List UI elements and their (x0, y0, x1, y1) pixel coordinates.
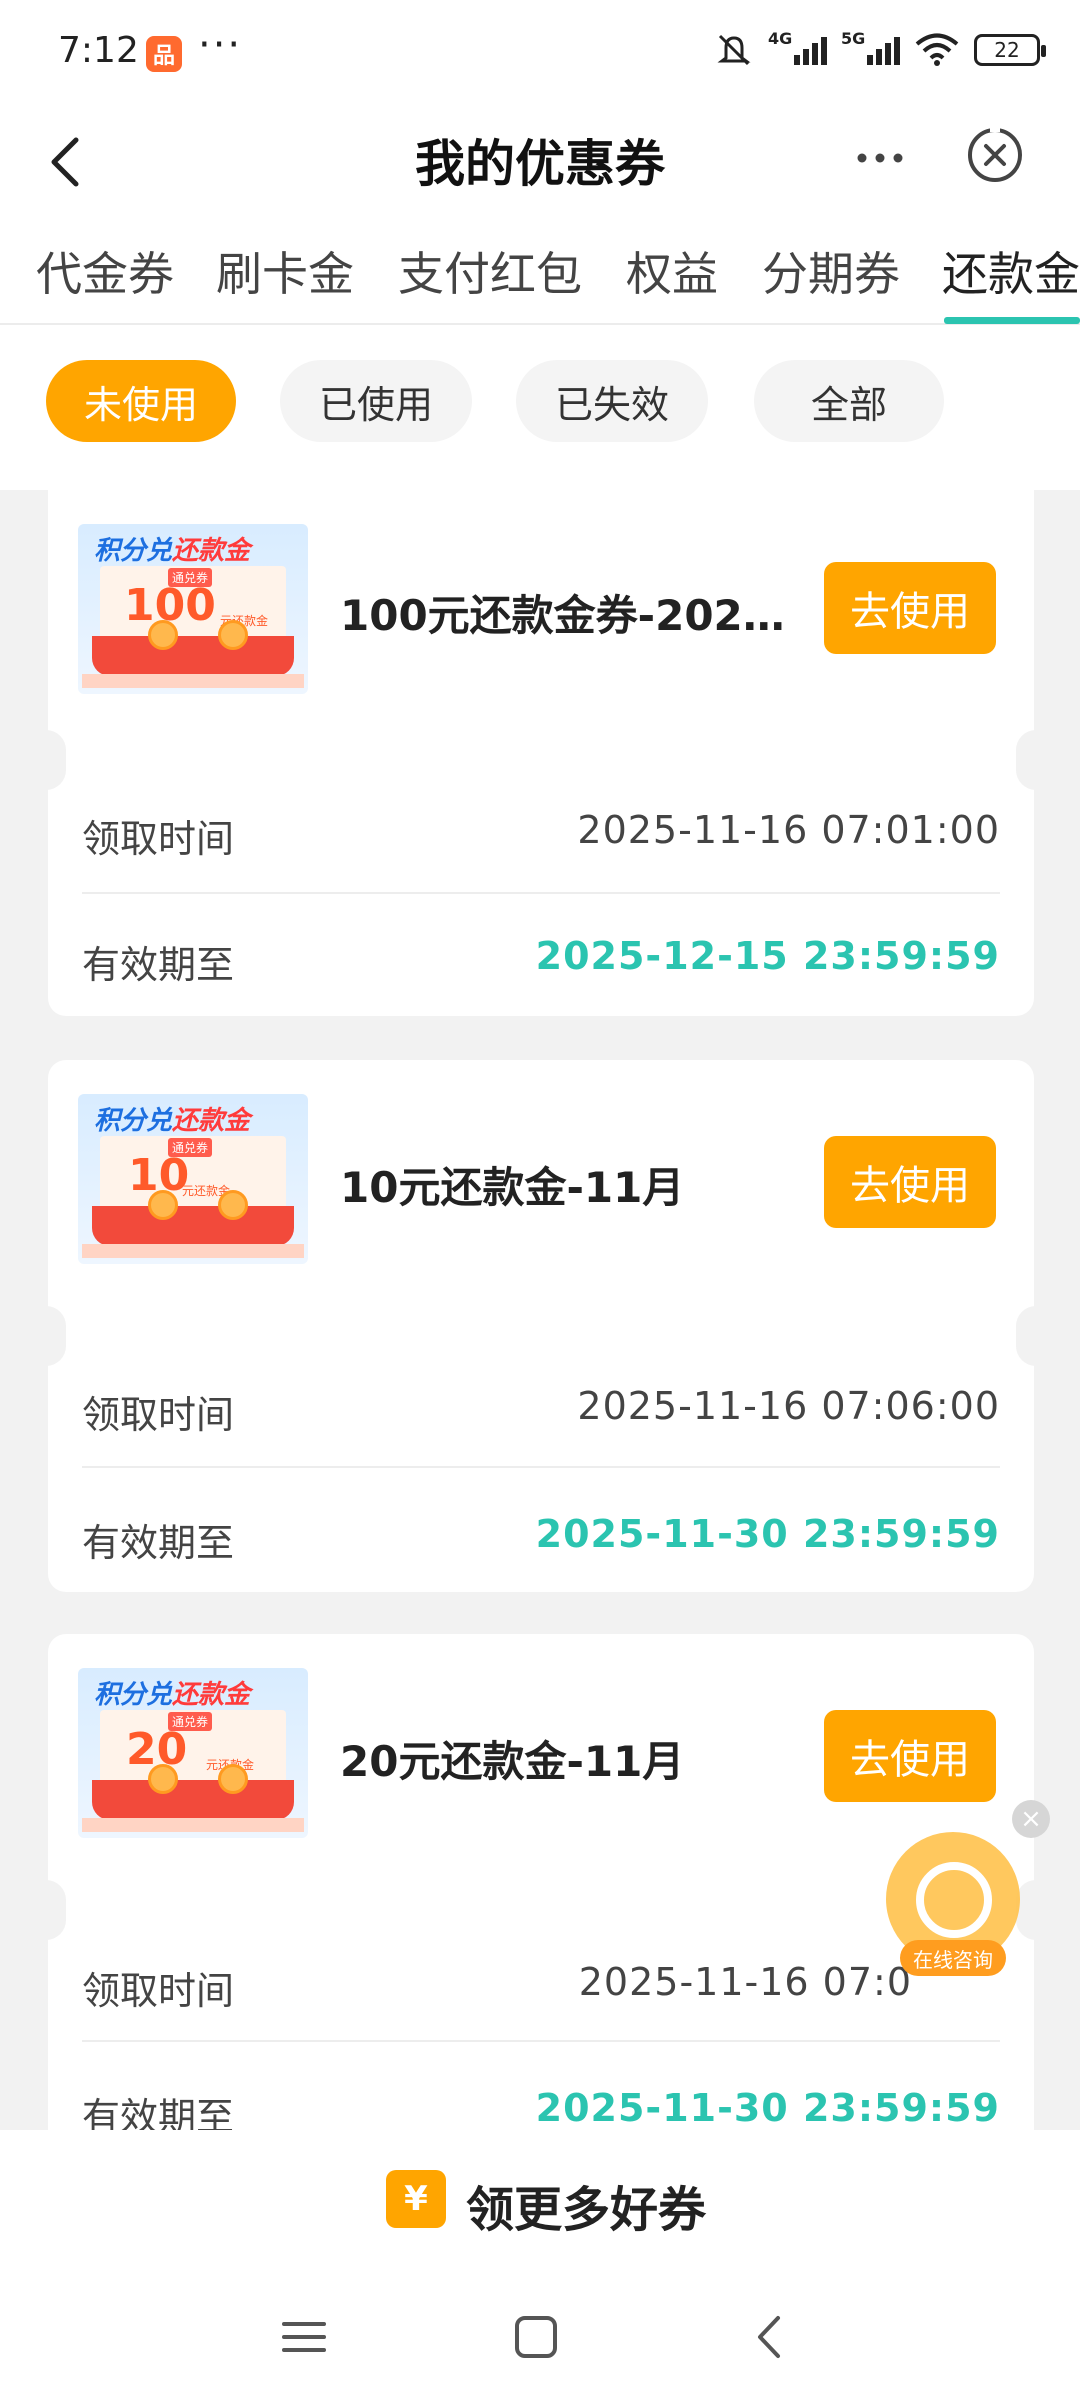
mute-icon (717, 34, 751, 66)
system-nav-bar (0, 2270, 1080, 2400)
home-icon[interactable] (508, 2312, 564, 2362)
get-more-coupons-bar[interactable]: ¥ 领更多好券 (0, 2130, 1080, 2270)
receive-time-value: 2025-11-16 07:0 (578, 1960, 912, 2004)
page-title: 我的优惠券 (415, 135, 665, 193)
tab-card-gold[interactable]: 刷卡金 (216, 238, 354, 304)
tab-benefits[interactable]: 权益 (626, 238, 718, 304)
use-coupon-button[interactable]: 去使用 (824, 1710, 996, 1802)
coupon-name: 10元还款金-11月 (340, 1163, 685, 1212)
battery-icon: 22 (974, 34, 1046, 66)
status-icons: 4G 5G 22 (714, 29, 1046, 68)
filter-all[interactable]: 全部 (754, 360, 944, 442)
active-tab-indicator (944, 317, 1080, 324)
tab-repayment[interactable]: 还款金 (942, 238, 1080, 304)
coin-icon (148, 1764, 178, 1794)
status-time: 7:12 (58, 30, 139, 71)
receive-time-label: 领取时间 (82, 1969, 235, 2013)
filter-used[interactable]: 已使用 (280, 360, 472, 442)
receive-time-row: 领取时间 2025-11-16 07:06:00 (82, 1366, 1000, 1446)
receive-time-value: 2025-11-16 07:06:00 (577, 1384, 1000, 1428)
use-coupon-button[interactable]: 去使用 (824, 562, 996, 654)
coupon-image: 积分兑还款金 通兑券 100 元还款金 (78, 524, 308, 694)
app-notification-icon: 品 (146, 36, 182, 72)
coin-icon (148, 1190, 178, 1220)
tab-payment-redpacket[interactable]: 支付红包 (398, 238, 582, 304)
coin-icon (148, 620, 178, 650)
row-divider (82, 892, 1000, 894)
more-options-icon[interactable] (850, 128, 910, 188)
receive-time-row: 领取时间 2025-11-16 07:0 (82, 1942, 1000, 2022)
wifi-icon (915, 33, 959, 66)
valid-until-row: 有效期至 2025-11-30 23:59:59 (82, 1494, 1000, 1574)
valid-until-value: 2025-12-15 23:59:59 (535, 934, 1000, 978)
online-consult-button[interactable]: 在线咨询 (880, 1832, 1026, 1982)
receive-time-label: 领取时间 (82, 817, 235, 861)
use-coupon-button[interactable]: 去使用 (824, 1136, 996, 1228)
card-notch (1016, 730, 1034, 790)
filter-unused[interactable]: 未使用 (46, 360, 236, 442)
thumb-base (82, 674, 304, 688)
coin-icon (218, 1764, 248, 1794)
coupon-name: 100元还款金券-2025... (340, 591, 800, 640)
coupon-type-tabs: 代金券 刷卡金 支付红包 权益 分期券 还款金 (0, 230, 1080, 325)
row-divider (82, 2040, 1000, 2042)
coupon-image: 积分兑还款金 通兑券 10 元还款金 (78, 1094, 308, 1264)
thumb-band (92, 1780, 294, 1820)
coupon-card: 积分兑还款金 通兑券 10 元还款金 10元还款金-11月 去使用 领取时间 2… (48, 1060, 1034, 1592)
valid-until-label: 有效期至 (82, 943, 235, 987)
yuan-coupon-icon: ¥ (386, 2170, 446, 2228)
thumb-brand: 积分兑还款金 (94, 1106, 251, 1136)
close-miniapp-icon[interactable] (964, 124, 1026, 186)
card-notch (1016, 1306, 1034, 1366)
tab-voucher[interactable]: 代金券 (36, 238, 174, 304)
nav-bar: 我的优惠券 (0, 110, 1080, 230)
thumb-band (92, 1206, 294, 1246)
system-back-icon[interactable] (744, 2312, 800, 2362)
valid-until-value: 2025-11-30 23:59:59 (535, 1512, 1000, 1556)
valid-until-row: 有效期至 2025-12-15 23:59:59 (82, 916, 1000, 996)
coupon-name: 20元还款金-11月 (340, 1737, 685, 1786)
coupon-card: 积分兑还款金 通兑券 100 元还款金 100元还款金券-2025... 去使用… (48, 490, 1034, 1016)
card-notch (48, 1306, 66, 1366)
filter-expired[interactable]: 已失效 (516, 360, 708, 442)
signal-5g-icon: 5G (841, 29, 900, 65)
thumb-base (82, 1818, 304, 1832)
coin-icon (218, 1190, 248, 1220)
thumb-base (82, 1244, 304, 1258)
card-notch (48, 730, 66, 790)
coin-icon (218, 620, 248, 650)
status-bar: 7:12 品 ··· 4G 5G 22 (0, 0, 1080, 110)
thumb-brand: 积分兑还款金 (94, 536, 251, 566)
receive-time-label: 领取时间 (82, 1393, 235, 1437)
headset-agent-icon (916, 1862, 992, 1938)
valid-until-label: 有效期至 (82, 1521, 235, 1565)
row-divider (82, 1466, 1000, 1468)
receive-time-row: 领取时间 2025-11-16 07:01:00 (82, 790, 1000, 870)
tab-installment[interactable]: 分期券 (762, 238, 900, 304)
get-more-coupons-label: 领更多好券 (466, 2182, 707, 2238)
more-notifications-icon: ··· (198, 22, 243, 68)
status-filters: 未使用 已使用 已失效 全部 (0, 360, 1080, 450)
network-5g-label: 5G (841, 29, 866, 48)
consult-label: 在线咨询 (900, 1940, 1006, 1976)
screen: 7:12 品 ··· 4G 5G 22 我的优惠券 代金券 刷卡金 支付红包 权… (0, 0, 1080, 2400)
coupon-image: 积分兑还款金 通兑券 20 元还款金 (78, 1668, 308, 1838)
thumb-brand: 积分兑还款金 (94, 1680, 251, 1710)
menu-icon[interactable] (276, 2312, 332, 2362)
battery-level: 22 (994, 38, 1020, 62)
receive-time-value: 2025-11-16 07:01:00 (577, 808, 1000, 852)
signal-4g-icon: 4G (768, 29, 827, 65)
network-4g-label: 4G (768, 29, 793, 48)
valid-until-value: 2025-11-30 23:59:59 (535, 2086, 1000, 2130)
thumb-band (92, 636, 294, 676)
card-notch (48, 1880, 66, 1940)
